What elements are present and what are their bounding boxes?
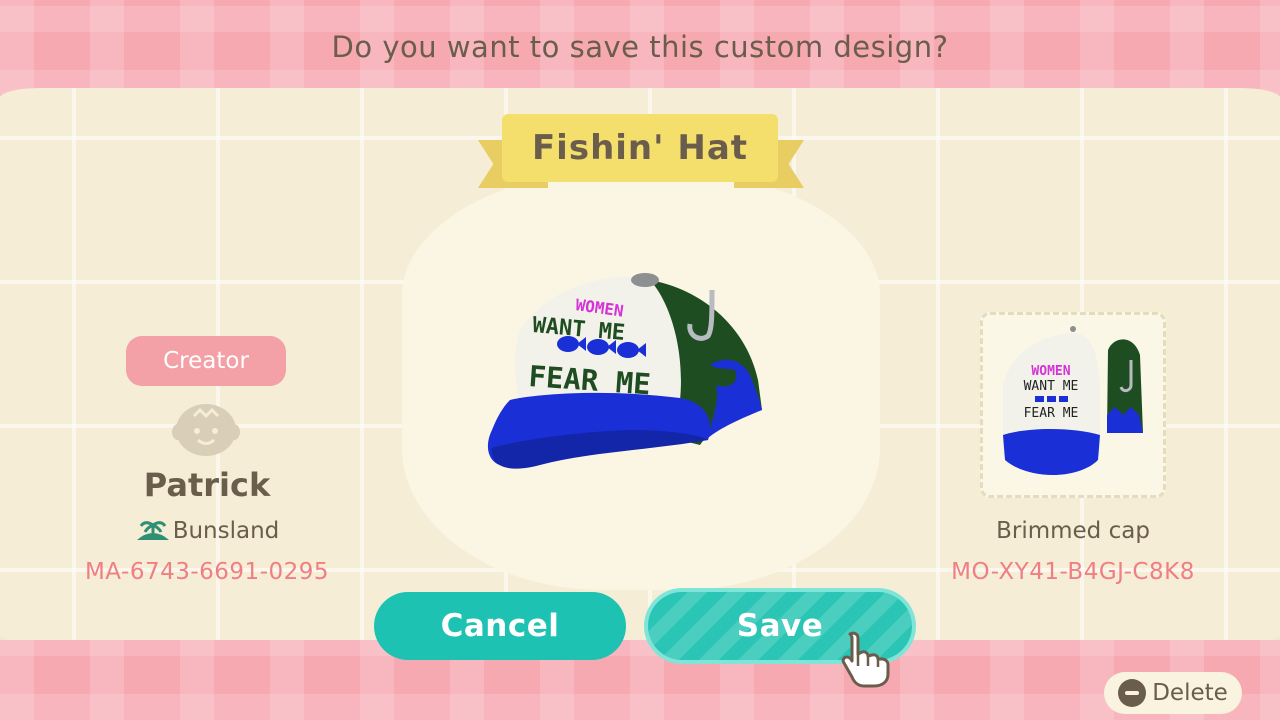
cancel-button[interactable]: Cancel (374, 592, 626, 660)
minus-button-icon (1118, 679, 1147, 707)
thumb-text-want-me: WANT ME (1024, 379, 1079, 394)
delete-button[interactable]: Delete (1104, 672, 1242, 714)
villager-face-icon (172, 402, 240, 462)
island-icon (136, 521, 169, 540)
creator-badge: Creator (126, 336, 286, 386)
pattern-thumbnail: WOMEN WANT ME FEAR ME (980, 312, 1166, 498)
dialog-question: Do you want to save this custom design? (331, 30, 949, 64)
design-title: Fishin' Hat (502, 114, 778, 182)
island-name: Bunsland (172, 518, 280, 544)
creator-code: MA-6743-6691-0295 (84, 559, 330, 585)
delete-label: Delete (1152, 680, 1228, 706)
island-info: Bunsland (100, 518, 314, 544)
thumb-text-fear-me: FEAR ME (1024, 406, 1079, 421)
creator-name: Patrick (143, 466, 271, 504)
thumb-text-women: WOMEN (1031, 364, 1070, 379)
bottom-banner (0, 640, 1280, 720)
design-code: MO-XY41-B4GJ-C8K8 (951, 559, 1195, 585)
pattern-type: Brimmed cap (996, 518, 1150, 544)
hat-preview: WOMEN WANT ME FEAR ME (480, 270, 770, 490)
hand-cursor-icon (836, 630, 894, 692)
